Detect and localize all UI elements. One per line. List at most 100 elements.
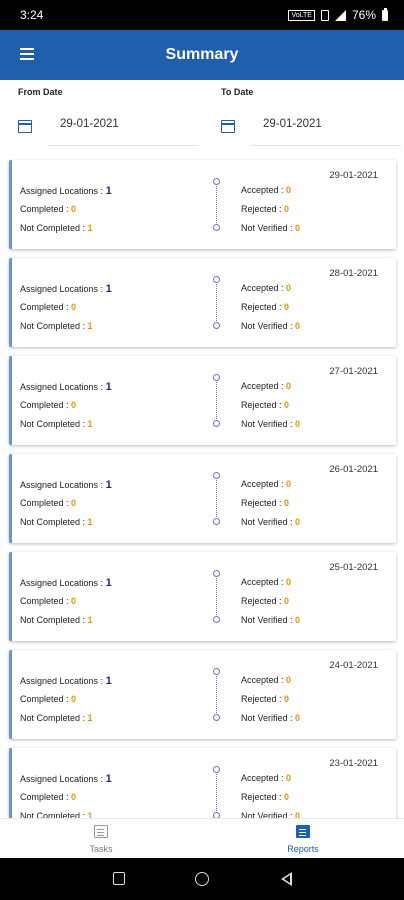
timeline-dot-icon (213, 374, 220, 381)
back-icon[interactable] (281, 872, 292, 886)
accepted-count: 0 (286, 283, 292, 293)
completed: Completed : 0 (20, 792, 76, 802)
timeline-line (216, 578, 217, 615)
timeline-dot-icon (213, 766, 220, 773)
accepted-count: 0 (286, 675, 292, 685)
rejected-count: 0 (284, 302, 290, 312)
not-verified: Not Verified : 0 (241, 517, 300, 527)
timeline-connector (213, 570, 221, 624)
timeline-dot-icon (213, 616, 220, 623)
status-icons: VoLTE 76% (288, 7, 388, 22)
timeline-dot-icon (213, 420, 220, 427)
assigned-count: 1 (105, 773, 112, 785)
page-title: Summary (165, 46, 239, 63)
not-verified-label: Not Verified : (241, 321, 296, 331)
timeline-connector (213, 178, 221, 232)
vibrate-icon (320, 9, 329, 21)
summary-card[interactable]: 26-01-2021 Assigned Locations : 1 Comple… (9, 454, 396, 543)
tab-reports[interactable]: Reports (202, 819, 404, 859)
not-completed-label: Not Completed : (20, 713, 88, 723)
timeline-dot-icon (213, 714, 220, 721)
summary-card[interactable]: 23-01-2021 Assigned Locations : 1 Comple… (9, 748, 396, 818)
rejected-count: 0 (284, 792, 290, 802)
rejected: Rejected : 0 (241, 498, 289, 508)
completed-label: Completed : (20, 302, 72, 312)
assigned-count: 1 (105, 675, 112, 687)
completed-label: Completed : (20, 400, 72, 410)
accepted-count: 0 (286, 479, 292, 489)
completed-count: 0 (71, 204, 77, 214)
assigned-locations: Assigned Locations : 1 (20, 185, 112, 197)
completed-label: Completed : (20, 694, 72, 704)
accepted-label: Accepted : (241, 283, 287, 293)
to-date-label: To Date (221, 87, 254, 97)
timeline-line (216, 480, 217, 517)
rejected: Rejected : 0 (241, 596, 289, 606)
accepted: Accepted : 0 (241, 577, 291, 587)
rejected-label: Rejected : (241, 498, 285, 508)
rejected-label: Rejected : (241, 694, 285, 704)
tab-tasks-label: Tasks (89, 844, 113, 854)
timeline-dot-icon (213, 224, 220, 231)
tab-tasks[interactable]: Tasks (0, 819, 202, 859)
not-completed: Not Completed : 1 (20, 223, 93, 233)
card-date: 24-01-2021 (329, 660, 378, 671)
completed: Completed : 0 (20, 596, 76, 606)
to-date-field[interactable]: 29-01-2021 (251, 108, 401, 146)
accepted: Accepted : 0 (241, 381, 291, 391)
battery-icon (382, 7, 388, 21)
not-completed-count: 1 (87, 615, 93, 625)
completed-count: 0 (71, 498, 77, 508)
completed-count: 0 (71, 694, 77, 704)
bottom-navigation: Tasks Reports (0, 818, 404, 858)
calendar-icon[interactable] (221, 120, 235, 133)
from-date-label: From Date (18, 87, 63, 97)
timeline-dot-icon (213, 178, 220, 185)
not-verified: Not Verified : 0 (241, 713, 300, 723)
completed-count: 0 (71, 400, 77, 410)
assigned-locations: Assigned Locations : 1 (20, 773, 112, 785)
not-verified-label: Not Verified : (241, 713, 296, 723)
volte-badge: VoLTE (288, 9, 315, 21)
not-completed-count: 1 (87, 321, 93, 331)
calendar-icon[interactable] (18, 120, 32, 133)
tasks-icon (94, 825, 108, 838)
assigned-label: Assigned Locations : (20, 186, 106, 196)
not-verified-label: Not Verified : (241, 615, 296, 625)
accepted: Accepted : 0 (241, 773, 291, 783)
summary-card[interactable]: 25-01-2021 Assigned Locations : 1 Comple… (9, 552, 396, 641)
completed: Completed : 0 (20, 400, 76, 410)
not-completed: Not Completed : 1 (20, 811, 93, 818)
not-completed-label: Not Completed : (20, 517, 88, 527)
rejected: Rejected : 0 (241, 694, 289, 704)
assigned-count: 1 (105, 381, 112, 393)
completed: Completed : 0 (20, 302, 76, 312)
menu-icon[interactable] (20, 48, 34, 60)
accepted: Accepted : 0 (241, 479, 291, 489)
rejected-label: Rejected : (241, 596, 285, 606)
from-date-field[interactable]: 29-01-2021 (48, 108, 198, 146)
status-bar: 3:24 VoLTE 76% (0, 0, 404, 30)
assigned-locations: Assigned Locations : 1 (20, 479, 112, 491)
app-bar: Summary (0, 30, 404, 80)
completed: Completed : 0 (20, 694, 76, 704)
summary-card[interactable]: 24-01-2021 Assigned Locations : 1 Comple… (9, 650, 396, 739)
home-icon[interactable] (195, 872, 209, 886)
not-verified-label: Not Verified : (241, 223, 296, 233)
timeline-connector (213, 668, 221, 722)
timeline-connector (213, 472, 221, 526)
summary-card[interactable]: 28-01-2021 Assigned Locations : 1 Comple… (9, 258, 396, 347)
accepted-label: Accepted : (241, 381, 287, 391)
summary-card[interactable]: 27-01-2021 Assigned Locations : 1 Comple… (9, 356, 396, 445)
not-verified-count: 0 (295, 517, 301, 527)
rejected: Rejected : 0 (241, 204, 289, 214)
rejected-label: Rejected : (241, 792, 285, 802)
not-verified-count: 0 (295, 223, 301, 233)
recents-icon[interactable] (113, 872, 125, 885)
summary-list[interactable]: 29-01-2021 Assigned Locations : 1 Comple… (0, 152, 404, 818)
card-date: 26-01-2021 (329, 464, 378, 475)
not-completed-label: Not Completed : (20, 615, 88, 625)
not-verified-label: Not Verified : (241, 419, 296, 429)
assigned-label: Assigned Locations : (20, 382, 106, 392)
summary-card[interactable]: 29-01-2021 Assigned Locations : 1 Comple… (9, 160, 396, 249)
